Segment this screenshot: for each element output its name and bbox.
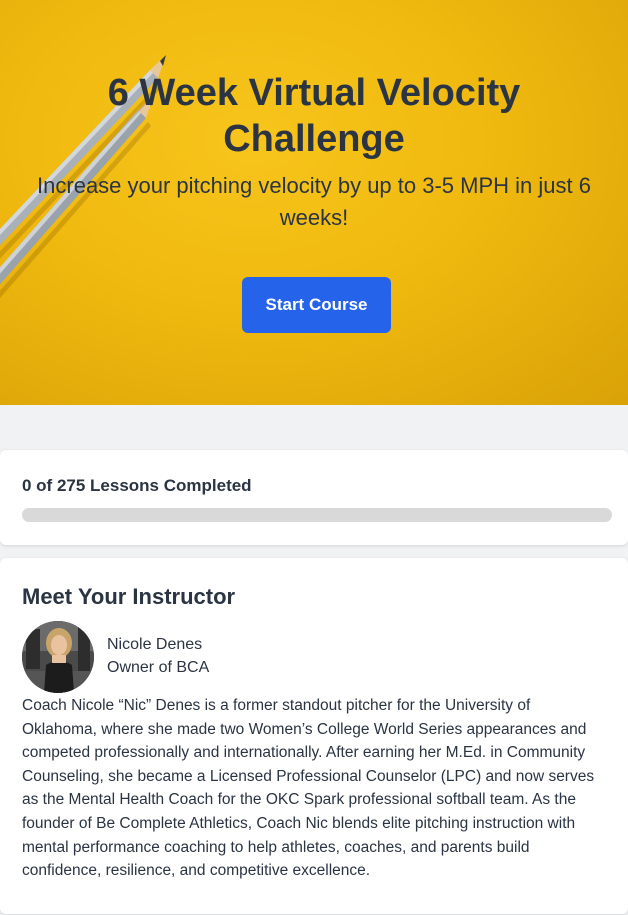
course-title: 6 Week Virtual Velocity Challenge: [107, 72, 521, 160]
start-course-button[interactable]: Start Course: [242, 277, 391, 333]
progress-bar: [22, 508, 612, 522]
course-subtitle: Increase your pitching velocity by up to…: [37, 173, 591, 230]
instructor-avatar: [22, 621, 94, 693]
course-hero: 6 Week Virtual Velocity Challenge Increa…: [0, 0, 628, 405]
instructor-name: Nicole Denes: [107, 636, 203, 653]
instructor-bio: Coach Nicole “Nic” Denes is a former sta…: [22, 697, 595, 880]
instructor-photo: [22, 621, 94, 693]
instructor-role: Owner of BCA: [107, 659, 210, 676]
progress-card: 0 of 275 Lessons Completed: [0, 450, 628, 545]
section-title: Meet Your Instructor: [22, 584, 236, 609]
instructor-card: Meet Your Instructor Nicole Denes Owner …: [0, 558, 628, 914]
lessons-completed-label: 0 of 275 Lessons Completed: [22, 476, 252, 495]
